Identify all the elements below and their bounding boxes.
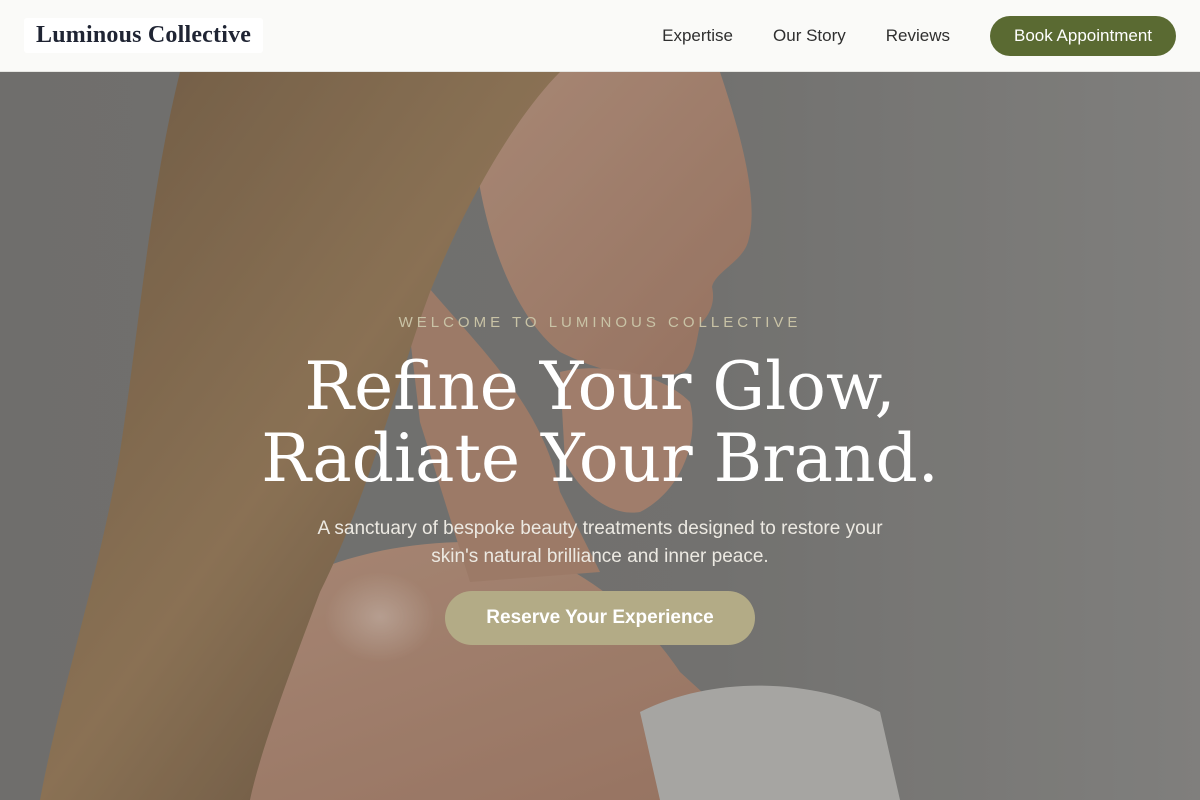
main-nav: Expertise Our Story Reviews Book Appoint… (662, 15, 1176, 56)
hero-content: WELCOME TO LUMINOUS COLLECTIVE Refine Yo… (0, 72, 1200, 800)
nav-link-reviews[interactable]: Reviews (886, 26, 950, 46)
hero-headline-line-1: Refine Your Glow, (304, 348, 896, 425)
hero-subtitle: A sanctuary of bespoke beauty treatments… (317, 518, 883, 567)
hero-section: WELCOME TO LUMINOUS COLLECTIVE Refine Yo… (0, 72, 1200, 800)
nav-link-expertise[interactable]: Expertise (662, 26, 733, 46)
brand-logo[interactable]: Luminous Collective (24, 18, 264, 53)
hero-headline-line-2: Radiate Your Brand. (261, 420, 939, 497)
nav-link-our-story[interactable]: Our Story (773, 26, 846, 46)
reserve-experience-button[interactable]: Reserve Your Experience (445, 591, 755, 645)
hero-eyebrow: WELCOME TO LUMINOUS COLLECTIVE (398, 314, 802, 331)
book-appointment-button[interactable]: Book Appointment (990, 15, 1176, 56)
hero-headline: Refine Your Glow, Radiate Your Brand. (261, 351, 939, 495)
top-navbar: Luminous Collective Expertise Our Story … (0, 0, 1200, 72)
